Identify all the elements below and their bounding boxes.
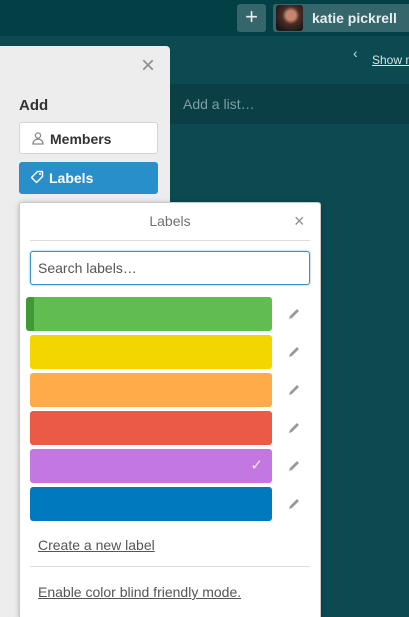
person-icon bbox=[32, 132, 44, 145]
pencil-icon[interactable] bbox=[286, 496, 302, 512]
create-label-link[interactable]: Create a new label bbox=[38, 537, 155, 553]
top-header: + katie pickrell bbox=[0, 0, 409, 36]
label-accent-strip bbox=[26, 297, 34, 331]
pencil-icon[interactable] bbox=[286, 420, 302, 436]
label-swatch[interactable] bbox=[30, 373, 272, 407]
members-button-label: Members bbox=[50, 131, 112, 147]
pencil-icon[interactable] bbox=[286, 344, 302, 360]
label-swatch[interactable]: ✓ bbox=[30, 449, 272, 483]
pencil-icon[interactable] bbox=[286, 306, 302, 322]
search-labels-input[interactable] bbox=[30, 251, 310, 285]
labels-button[interactable]: Labels bbox=[19, 162, 158, 194]
avatar[interactable] bbox=[276, 5, 303, 31]
labels-popover: Labels × ✓ Create a new label Enable col… bbox=[19, 202, 321, 617]
check-icon: ✓ bbox=[250, 457, 263, 474]
chevron-left-icon[interactable]: ‹ bbox=[353, 45, 358, 61]
add-list-placeholder: Add a list… bbox=[183, 96, 255, 112]
labels-button-label: Labels bbox=[49, 170, 94, 186]
show-menu-link[interactable]: Show m bbox=[372, 53, 409, 67]
label-swatch[interactable] bbox=[30, 411, 272, 445]
popover-title: Labels bbox=[149, 213, 191, 229]
color-blind-mode-link[interactable]: Enable color blind friendly mode. bbox=[38, 584, 241, 600]
user-menu-button[interactable]: katie pickrell bbox=[273, 4, 409, 32]
add-list-button[interactable]: Add a list… bbox=[170, 84, 409, 124]
divider bbox=[30, 566, 310, 567]
board-header: ‹ Show m bbox=[170, 36, 409, 84]
tag-icon bbox=[30, 170, 44, 184]
close-icon[interactable]: × bbox=[141, 54, 155, 78]
label-swatch[interactable] bbox=[30, 335, 272, 369]
close-icon[interactable]: × bbox=[294, 211, 305, 231]
add-button[interactable]: + bbox=[237, 4, 266, 32]
pencil-icon[interactable] bbox=[286, 458, 302, 474]
label-swatch[interactable] bbox=[26, 297, 272, 331]
plus-icon: + bbox=[245, 4, 258, 29]
label-swatch[interactable] bbox=[30, 487, 272, 521]
pencil-icon[interactable] bbox=[286, 382, 302, 398]
user-name: katie pickrell bbox=[312, 10, 397, 26]
add-heading: Add bbox=[19, 97, 49, 114]
divider bbox=[30, 240, 310, 241]
members-button[interactable]: Members bbox=[19, 122, 158, 154]
